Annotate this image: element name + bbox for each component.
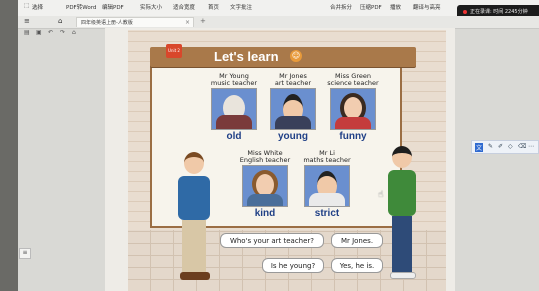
vocab-word: young (278, 131, 308, 142)
teacher-photo (242, 165, 288, 207)
teacher-photo (211, 88, 257, 130)
boy-head (392, 146, 412, 168)
boy-shoes (390, 272, 416, 279)
teacher-photo (304, 165, 350, 207)
speech-bubble-answer-2: Yes, he is. (331, 258, 383, 273)
annotation-toggle-icon[interactable]: 文 (475, 143, 484, 152)
more-icon[interactable]: ⋯ (528, 143, 534, 150)
shirt (309, 193, 345, 206)
teacher-card-white: Miss White English teacher kind (236, 150, 294, 220)
page-menu-icon[interactable]: ≡ (19, 248, 31, 259)
title-banner (150, 47, 416, 67)
boy-sweater (178, 176, 210, 220)
document-tab[interactable]: 四年级英语上册-人教版 × (76, 17, 194, 27)
add-tab-icon[interactable]: + (200, 17, 206, 25)
shirt (275, 116, 311, 129)
unit-badge: Unit 2 (166, 44, 182, 58)
vocab-word: old (226, 131, 242, 142)
woman-face (344, 97, 362, 119)
draw-icon[interactable]: ✐ (498, 143, 503, 150)
open-icon[interactable]: ⌂ (72, 29, 76, 36)
toolbar-translate[interactable]: 翻译与高亮 (413, 3, 441, 11)
teacher-photo (270, 88, 316, 130)
shirt (247, 194, 283, 206)
teacher-subject: science teacher (327, 79, 379, 87)
boy-shirt (388, 170, 416, 216)
recording-text: 正在录课: 时间 2245分钟 (470, 9, 528, 15)
speech-bubble-question-1: Who's your art teacher? (220, 233, 324, 248)
boy-head (184, 152, 204, 174)
teacher-subject: English teacher (239, 156, 291, 164)
select-icon[interactable]: ⬚ (24, 3, 29, 9)
boy-left (176, 152, 216, 284)
teacher-subject: art teacher (274, 79, 312, 87)
toolbar-play[interactable]: 播放 (390, 3, 401, 11)
eraser-icon[interactable]: ⌫ (518, 143, 526, 150)
toolbar-fit-width[interactable]: 适合宽度 (173, 3, 195, 11)
woman-face (256, 174, 274, 196)
speech-bubble-question-2: Is he young? (262, 258, 324, 273)
toolbar-merge-split[interactable]: 合并拆分 (330, 3, 352, 11)
close-icon[interactable]: × (185, 18, 190, 28)
toolbar-edit-pdf[interactable]: 编辑PDF (102, 3, 124, 11)
teacher-card-green: Miss Green science teacher funny (322, 73, 384, 143)
record-dot-icon (463, 9, 467, 14)
teacher-card-jones: Mr Jones art teacher young (264, 73, 322, 142)
toolbar-pdf-to-word[interactable]: PDF转Word (66, 3, 96, 11)
smile-icon: ☺ (290, 50, 302, 62)
tab-label: 四年级英语上册-人教版 (81, 20, 133, 26)
lesson-title: Let's learn (214, 49, 279, 64)
vocab-word: kind (254, 208, 276, 219)
shirt (216, 115, 252, 129)
toolbar-compress-pdf[interactable]: 压缩PDF (360, 3, 382, 11)
shape-icon[interactable]: ◇ (508, 143, 513, 150)
pen-icon[interactable]: ✎ (488, 143, 493, 150)
toolbar-actual-size[interactable]: 实际大小 (140, 3, 162, 11)
menu-icon[interactable]: ≡ (24, 17, 30, 25)
forward-icon[interactable]: ↷ (60, 29, 65, 36)
back-icon[interactable]: ↶ (48, 29, 53, 36)
teacher-card-young: Mr Young music teacher old (205, 73, 263, 143)
teacher-subject: maths teacher (303, 156, 351, 164)
boy-pants (182, 220, 206, 272)
teacher-card-li: Mr Li maths teacher strict (298, 150, 356, 220)
print-icon[interactable]: ▤ (24, 29, 30, 36)
home-icon[interactable]: ⌂ (58, 17, 62, 25)
save-icon[interactable]: ▣ (36, 29, 42, 36)
shirt (335, 117, 371, 129)
boy-shoes (180, 272, 210, 280)
vocab-word: strict (314, 208, 340, 219)
boy-jeans (392, 216, 412, 272)
annotation-toolbar[interactable]: 文 ✎ ✐ ◇ ⌫ ⋯ (471, 140, 539, 154)
mouse-cursor-icon: ☝ (378, 190, 384, 200)
boy-right (384, 146, 424, 282)
speech-bubble-answer-1: Mr Jones. (331, 233, 383, 248)
toolbar-home[interactable]: 首页 (208, 3, 219, 11)
toolbar-text-annotation[interactable]: 文字批注 (230, 3, 252, 11)
vocab-word: funny (339, 131, 367, 142)
toolbar-select[interactable]: 选择 (32, 3, 43, 11)
teacher-photo (330, 88, 376, 130)
teacher-subject: music teacher (210, 79, 258, 87)
